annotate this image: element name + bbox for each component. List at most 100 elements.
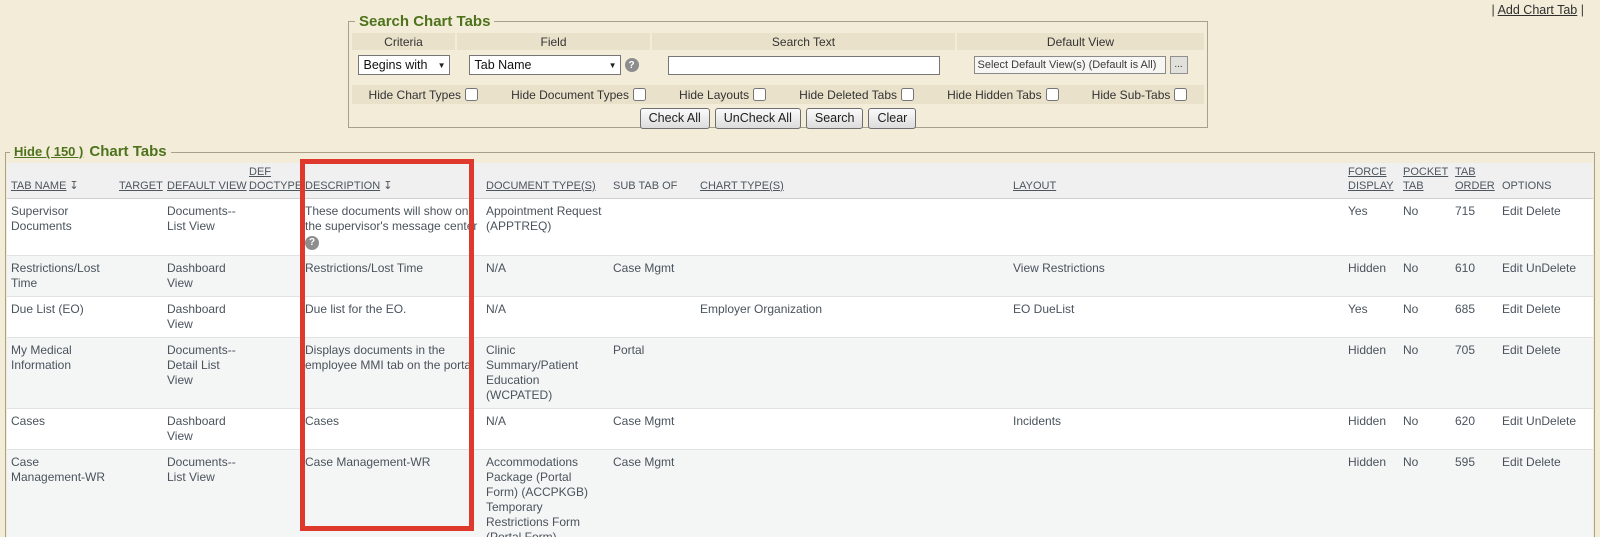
cell-target	[115, 255, 163, 296]
cell-options: Edit UnDelete	[1498, 408, 1593, 449]
cell-chart-types	[696, 337, 1009, 408]
delete-link[interactable]: Delete	[1526, 343, 1561, 357]
cell-layout: EO DueList	[1009, 296, 1344, 337]
add-chart-tab-link[interactable]: Add Chart Tab	[1498, 3, 1578, 17]
hide-deleted-tabs-label: Hide Deleted Tabs	[799, 88, 897, 102]
field-help-icon[interactable]: ?	[625, 58, 639, 72]
cell-pocket-tab: No	[1399, 337, 1451, 408]
delete-link[interactable]: Delete	[1526, 302, 1561, 316]
undelete-link[interactable]: UnDelete	[1526, 414, 1576, 428]
edit-link[interactable]: Edit	[1502, 302, 1523, 316]
cell-description: Restrictions/Lost Time	[301, 255, 482, 296]
col-header-layout[interactable]: LAYOUT	[1013, 180, 1056, 192]
col-header-chart-types[interactable]: CHART TYPE(S)	[700, 180, 784, 192]
hide-layouts-checkbox[interactable]	[753, 88, 766, 101]
cell-tab-name: Supervisor Documents	[7, 198, 115, 255]
cell-tab-order: 685	[1451, 296, 1498, 337]
field-column-header: Field	[457, 33, 650, 50]
check-all-button[interactable]: Check All	[640, 108, 710, 129]
cell-target	[115, 337, 163, 408]
cell-layout: Incidents	[1009, 408, 1344, 449]
sort-icon: ↧	[69, 180, 78, 194]
cell-document-types: Clinic Summary/Patient Education (WCPATE…	[482, 337, 609, 408]
cell-force-display: Yes	[1344, 296, 1399, 337]
edit-link[interactable]: Edit	[1502, 261, 1523, 275]
table-row: Supervisor Documents Documents--List Vie…	[7, 198, 1593, 255]
cell-pocket-tab: No	[1399, 255, 1451, 296]
search-controls-row: Begins with ▼ Tab Name ▼ ? Select Defaul…	[352, 53, 1204, 77]
cell-pocket-tab: No	[1399, 198, 1451, 255]
cell-chart-types: Employer Organization	[696, 296, 1009, 337]
cell-tab-name: Case Management-WR	[7, 449, 115, 537]
cell-document-types: N/A	[482, 255, 609, 296]
table-row: Case Management-WR Documents--List View …	[7, 449, 1593, 537]
col-header-tab-order[interactable]: TAB ORDER	[1455, 166, 1495, 192]
undelete-link[interactable]: UnDelete	[1526, 261, 1576, 275]
col-header-default-view[interactable]: DEFAULT VIEW	[167, 180, 247, 192]
cell-tab-name: Cases	[7, 408, 115, 449]
hide-deleted-tabs-option: Hide Deleted Tabs	[799, 88, 914, 102]
col-header-pocket-tab[interactable]: POCKET TAB	[1403, 166, 1448, 192]
hide-deleted-tabs-checkbox[interactable]	[901, 88, 914, 101]
edit-link[interactable]: Edit	[1502, 204, 1523, 218]
col-header-description[interactable]: DESCRIPTION	[305, 180, 380, 192]
delete-link[interactable]: Delete	[1526, 455, 1561, 469]
chart-tabs-panel: Hide ( 150 )Chart Tabs TAB NAME↧ TARGET …	[5, 152, 1595, 537]
field-select-value: Tab Name	[475, 58, 532, 72]
col-header-tab-name[interactable]: TAB NAME	[11, 180, 66, 192]
cell-pocket-tab: No	[1399, 408, 1451, 449]
pipe-separator: |	[1492, 3, 1495, 17]
search-button[interactable]: Search	[806, 108, 864, 129]
cell-tab-order: 610	[1451, 255, 1498, 296]
default-view-input[interactable]: Select Default View(s) (Default is All)	[974, 56, 1166, 74]
hide-document-types-checkbox[interactable]	[633, 88, 646, 101]
cell-description: Due list for the EO.	[301, 296, 482, 337]
cell-description: Displays documents in the employee MMI t…	[301, 337, 482, 408]
edit-link[interactable]: Edit	[1502, 414, 1523, 428]
edit-link[interactable]: Edit	[1502, 343, 1523, 357]
table-row: Due List (EO) Dashboard View Due list fo…	[7, 296, 1593, 337]
col-header-target[interactable]: TARGET	[119, 180, 163, 192]
col-header-sub-tab-of: SUB TAB OF	[613, 180, 677, 192]
col-header-document-types[interactable]: DOCUMENT TYPE(S)	[486, 180, 596, 192]
hide-chart-types-checkbox[interactable]	[465, 88, 478, 101]
hide-sub-tabs-label: Hide Sub-Tabs	[1092, 88, 1171, 102]
table-row: Cases Dashboard View Cases N/A Case Mgmt…	[7, 408, 1593, 449]
cell-sub-tab-of: Portal	[609, 337, 696, 408]
col-header-options: OPTIONS	[1502, 180, 1552, 192]
cell-def-doctype	[245, 408, 301, 449]
default-view-picker-button[interactable]: ...	[1170, 56, 1188, 74]
criteria-select[interactable]: Begins with ▼	[358, 55, 450, 75]
hide-layouts-label: Hide Layouts	[679, 88, 749, 102]
description-help-icon[interactable]: ?	[305, 236, 319, 250]
delete-link[interactable]: Delete	[1526, 204, 1561, 218]
hide-hidden-tabs-checkbox[interactable]	[1046, 88, 1059, 101]
search-text-input[interactable]	[668, 56, 940, 75]
description-text: These documents will show on the supervi…	[305, 204, 477, 233]
cell-target	[115, 449, 163, 537]
search-buttons-bar: Check All UnCheck All Search Clear	[349, 108, 1207, 129]
col-header-force-display[interactable]: FORCE DISPLAY	[1348, 166, 1394, 192]
edit-link[interactable]: Edit	[1502, 455, 1523, 469]
search-header-row: Criteria Field Search Text Default View	[352, 33, 1204, 50]
cell-sub-tab-of: Case Mgmt	[609, 449, 696, 537]
col-header-def-doctype[interactable]: DEF DOCTYPE	[249, 166, 302, 192]
cell-options: Edit Delete	[1498, 337, 1593, 408]
field-select[interactable]: Tab Name ▼	[469, 55, 621, 75]
hide-sub-tabs-checkbox[interactable]	[1174, 88, 1187, 101]
hide-layouts-option: Hide Layouts	[679, 88, 766, 102]
cell-default-view: Documents--List View	[163, 449, 245, 537]
hide-count-link[interactable]: Hide ( 150 )	[14, 144, 83, 159]
sort-icon: ↧	[383, 180, 392, 194]
cell-target	[115, 296, 163, 337]
hide-document-types-option: Hide Document Types	[511, 88, 646, 102]
cell-def-doctype	[245, 449, 301, 537]
cell-pocket-tab: No	[1399, 296, 1451, 337]
uncheck-all-button[interactable]: UnCheck All	[715, 108, 801, 129]
search-text-column-header: Search Text	[652, 33, 955, 50]
hide-filters-bar: Hide Chart Types Hide Document Types Hid…	[352, 85, 1204, 104]
search-chart-tabs-panel: Search Chart Tabs Criteria Field Search …	[348, 21, 1208, 128]
top-action-bar: | Add Chart Tab |	[1492, 3, 1584, 17]
cell-tab-order: 705	[1451, 337, 1498, 408]
clear-button[interactable]: Clear	[868, 108, 916, 129]
